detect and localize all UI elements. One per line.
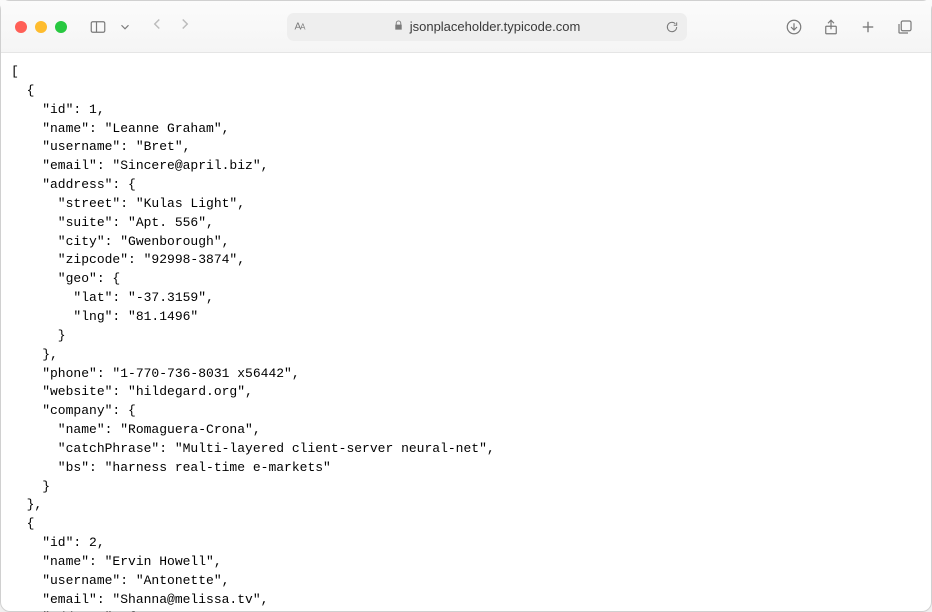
back-button[interactable] [146, 15, 168, 38]
downloads-button[interactable] [781, 14, 806, 39]
site-settings-icon[interactable]: AA [295, 21, 305, 32]
browser-toolbar: AA jsonplaceholder.typicode.com [1, 1, 931, 53]
url-host-text: jsonplaceholder.typicode.com [410, 19, 581, 34]
minimize-window-button[interactable] [35, 21, 47, 33]
share-button[interactable] [818, 14, 843, 39]
reload-button[interactable] [665, 20, 679, 34]
tab-overview-dropdown[interactable] [118, 14, 132, 39]
maximize-window-button[interactable] [55, 21, 67, 33]
navigation-buttons [146, 15, 196, 38]
window-controls [15, 21, 67, 33]
address-bar-wrap: AA jsonplaceholder.typicode.com [210, 13, 763, 41]
new-tab-button[interactable] [855, 14, 880, 39]
json-response-body: [ { "id": 1, "name": "Leanne Graham", "u… [1, 53, 931, 612]
toolbar-right-group [781, 14, 917, 39]
close-window-button[interactable] [15, 21, 27, 33]
tabs-button[interactable] [892, 14, 917, 39]
sidebar-toggle-button[interactable] [85, 14, 110, 39]
forward-button[interactable] [174, 15, 196, 38]
lock-icon [393, 19, 404, 34]
address-bar[interactable]: AA jsonplaceholder.typicode.com [287, 13, 687, 41]
